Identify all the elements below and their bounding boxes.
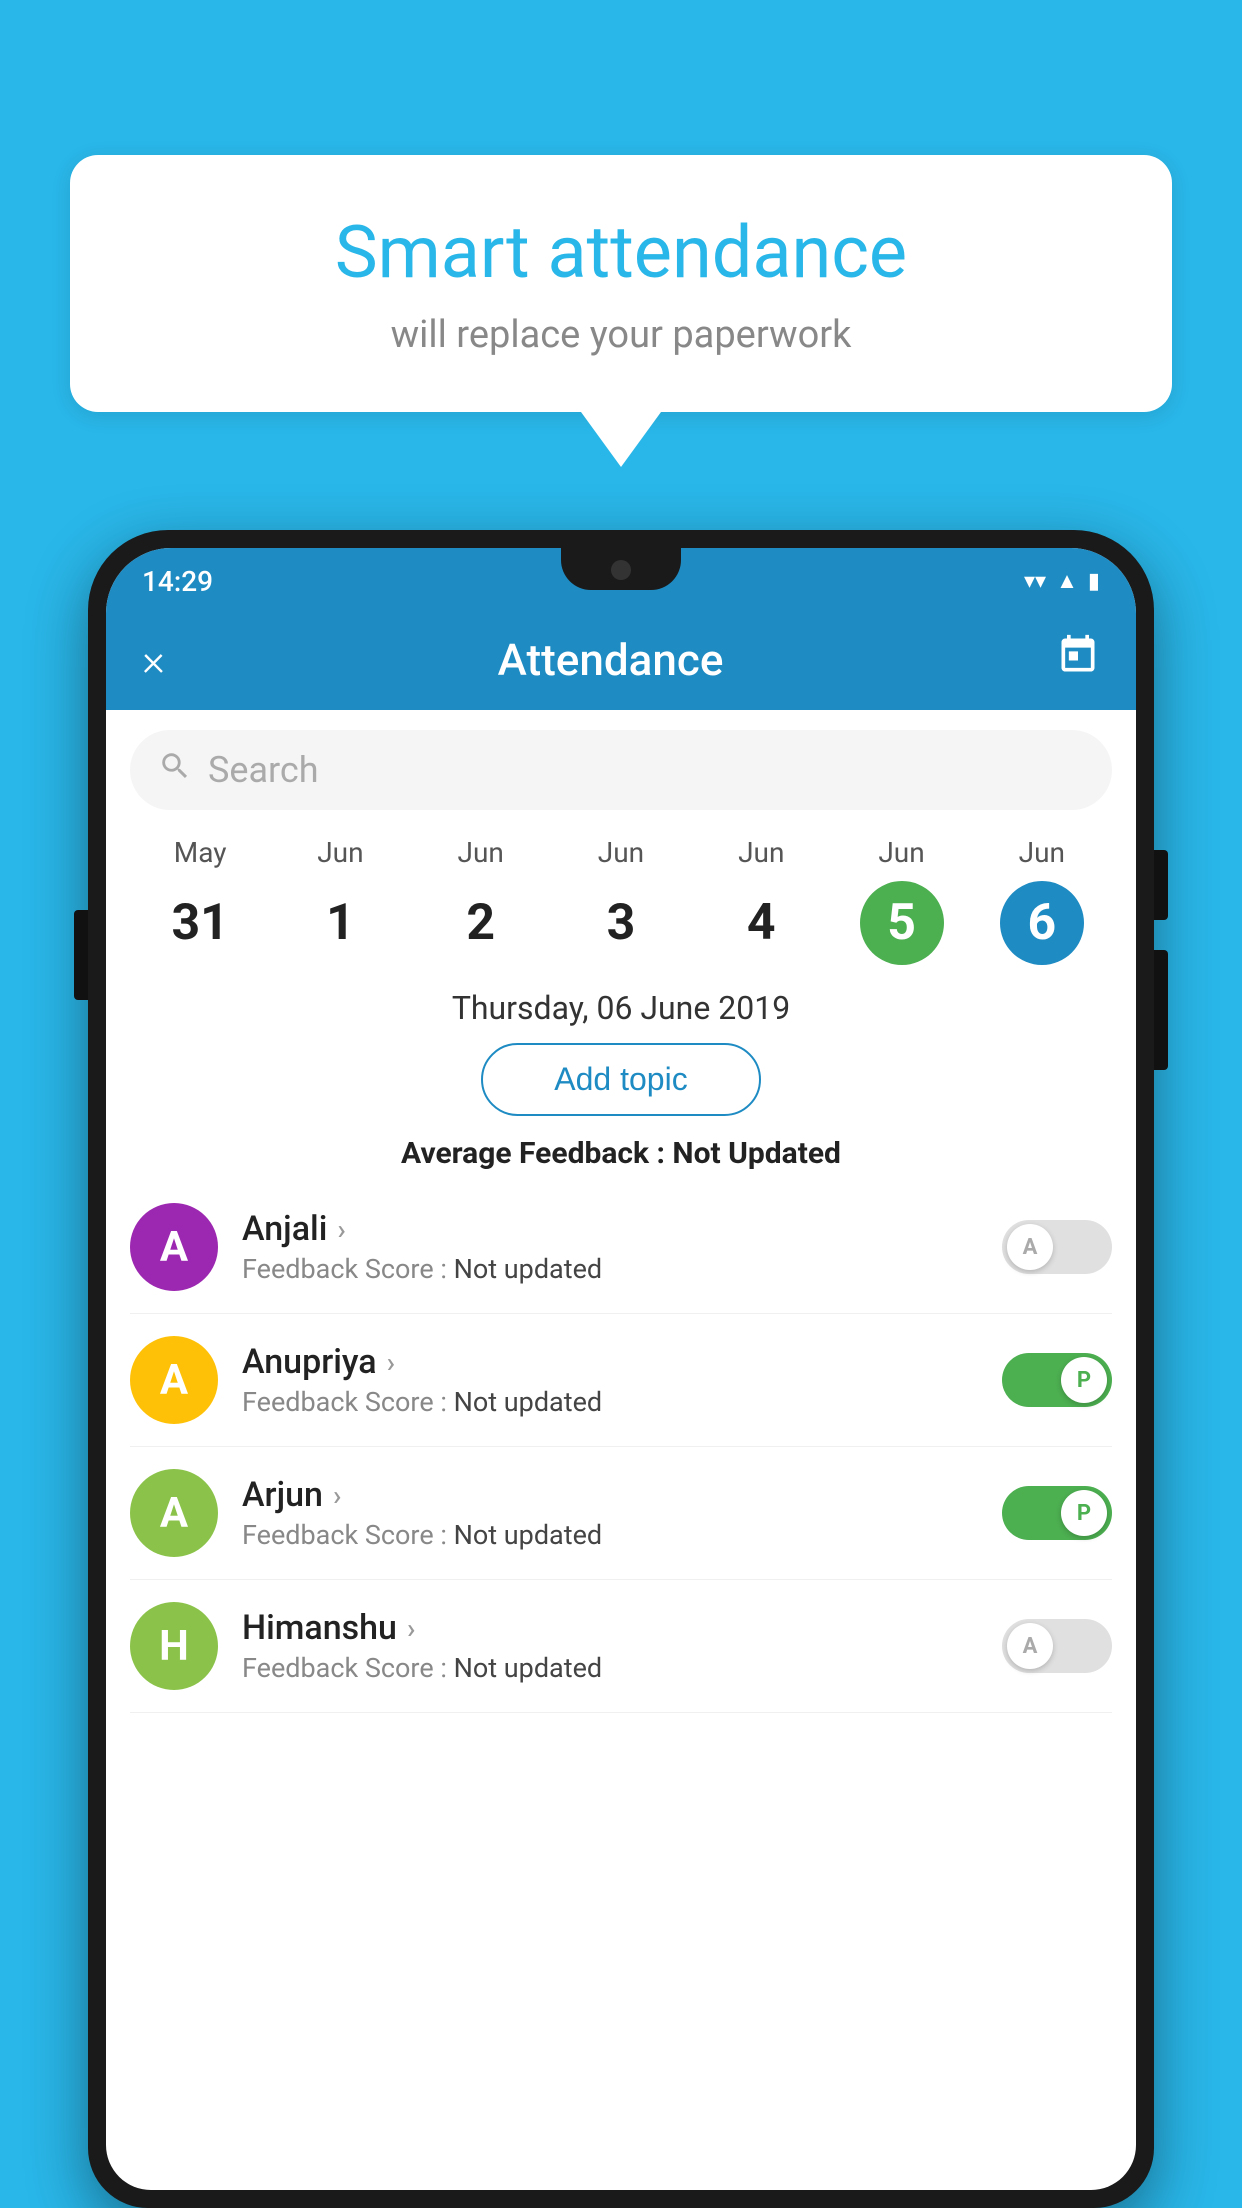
phone-screen: 14:29 ▾▾ ▲ ▮ × Attendance [106, 548, 1136, 2190]
calendar-icon[interactable] [1056, 633, 1100, 687]
selected-date: Thursday, 06 June 2019 [106, 965, 1136, 1043]
student-item-himanshu[interactable]: H Himanshu › Feedback Score : Not updated A [130, 1580, 1112, 1713]
battery-icon: ▮ [1088, 569, 1100, 594]
calendar-strip: May 31 Jun 1 Jun 2 Jun 3 Jun 4 Jun 5 Jun 6 [106, 826, 1136, 965]
student-avatar: A [130, 1336, 218, 1424]
cal-month: Jun [458, 836, 504, 869]
student-avatar: H [130, 1602, 218, 1690]
cal-month: Jun [878, 836, 924, 869]
student-list: AAnjali ›Feedback Score : Not updatedAAA… [106, 1181, 1136, 1713]
toggle-switch[interactable]: P [1002, 1486, 1112, 1540]
toggle-knob: P [1061, 1490, 1107, 1536]
student-avatar: A [130, 1203, 218, 1291]
cal-month: May [174, 836, 227, 869]
cal-date[interactable]: 2 [439, 881, 523, 965]
toggle-knob: A [1007, 1224, 1053, 1270]
chevron-icon: › [387, 1346, 395, 1379]
chevron-icon: › [337, 1213, 345, 1246]
speech-bubble-subtitle: will replace your paperwork [130, 313, 1112, 357]
search-bar[interactable]: Search [130, 730, 1112, 810]
speech-bubble: Smart attendance will replace your paper… [70, 155, 1172, 412]
toggle-knob: P [1061, 1357, 1107, 1403]
student-name: Anjali › [242, 1209, 978, 1249]
add-topic-button[interactable]: Add topic [481, 1043, 761, 1116]
speech-bubble-title: Smart attendance [130, 210, 1112, 295]
cal-date[interactable]: 4 [719, 881, 803, 965]
student-name: Himanshu › [242, 1608, 978, 1648]
search-icon [158, 749, 192, 792]
attendance-toggle[interactable]: P [1002, 1353, 1112, 1407]
cal-month: Jun [317, 836, 363, 869]
chevron-icon: › [407, 1612, 415, 1645]
speech-bubble-container: Smart attendance will replace your paper… [70, 155, 1172, 467]
speech-bubble-arrow [581, 412, 661, 467]
cal-date[interactable]: 6 [1000, 881, 1084, 965]
attendance-toggle[interactable]: A [1002, 1220, 1112, 1274]
student-item-arjun[interactable]: A Arjun › Feedback Score : Not updated P [130, 1447, 1112, 1580]
student-name: Anupriya › [242, 1342, 978, 1382]
student-feedback: Feedback Score : Not updated [242, 1652, 978, 1684]
avg-feedback: Average Feedback : Not Updated [106, 1136, 1136, 1171]
notch-camera [611, 560, 631, 580]
attendance-toggle[interactable]: P [1002, 1486, 1112, 1540]
notch [561, 548, 681, 590]
side-button-right-mid [1154, 950, 1168, 1070]
student-feedback: Feedback Score : Not updated [242, 1519, 978, 1551]
search-input[interactable]: Search [208, 749, 319, 791]
student-item-anupriya[interactable]: A Anupriya › Feedback Score : Not updated P [130, 1314, 1112, 1447]
student-item-anjali[interactable]: A Anjali › Feedback Score : Not updated A [130, 1181, 1112, 1314]
calendar-day-1[interactable]: Jun 1 [298, 836, 382, 965]
calendar-day-4[interactable]: Jun 4 [719, 836, 803, 965]
cal-date[interactable]: 3 [579, 881, 663, 965]
signal-icon: ▲ [1056, 568, 1078, 594]
cal-date[interactable]: 31 [158, 881, 242, 965]
phone-frame: 14:29 ▾▾ ▲ ▮ × Attendance [88, 530, 1154, 2208]
app-header: × Attendance [106, 610, 1136, 710]
close-button[interactable]: × [142, 638, 165, 682]
cal-date[interactable]: 1 [298, 881, 382, 965]
header-title: Attendance [498, 634, 724, 686]
calendar-day-31[interactable]: May 31 [158, 836, 242, 965]
wifi-icon: ▾▾ [1024, 569, 1046, 594]
calendar-day-6[interactable]: Jun 6 [1000, 836, 1084, 965]
student-info: Himanshu › Feedback Score : Not updated [242, 1608, 978, 1684]
student-info: Arjun › Feedback Score : Not updated [242, 1475, 978, 1551]
attendance-toggle[interactable]: A [1002, 1619, 1112, 1673]
side-button-right-top [1154, 850, 1168, 920]
chevron-icon: › [333, 1479, 341, 1512]
cal-month: Jun [1019, 836, 1065, 869]
calendar-day-3[interactable]: Jun 3 [579, 836, 663, 965]
student-name: Arjun › [242, 1475, 978, 1515]
status-icons: ▾▾ ▲ ▮ [1024, 568, 1100, 594]
side-button-left [74, 910, 88, 1000]
student-info: Anupriya › Feedback Score : Not updated [242, 1342, 978, 1418]
toggle-switch[interactable]: P [1002, 1353, 1112, 1407]
student-info: Anjali › Feedback Score : Not updated [242, 1209, 978, 1285]
toggle-knob: A [1007, 1623, 1053, 1669]
cal-date[interactable]: 5 [860, 881, 944, 965]
toggle-switch[interactable]: A [1002, 1619, 1112, 1673]
status-time: 14:29 [142, 565, 213, 598]
student-feedback: Feedback Score : Not updated [242, 1386, 978, 1418]
student-feedback: Feedback Score : Not updated [242, 1253, 978, 1285]
toggle-switch[interactable]: A [1002, 1220, 1112, 1274]
cal-month: Jun [598, 836, 644, 869]
student-avatar: A [130, 1469, 218, 1557]
calendar-day-5[interactable]: Jun 5 [860, 836, 944, 965]
cal-month: Jun [738, 836, 784, 869]
calendar-day-2[interactable]: Jun 2 [439, 836, 523, 965]
